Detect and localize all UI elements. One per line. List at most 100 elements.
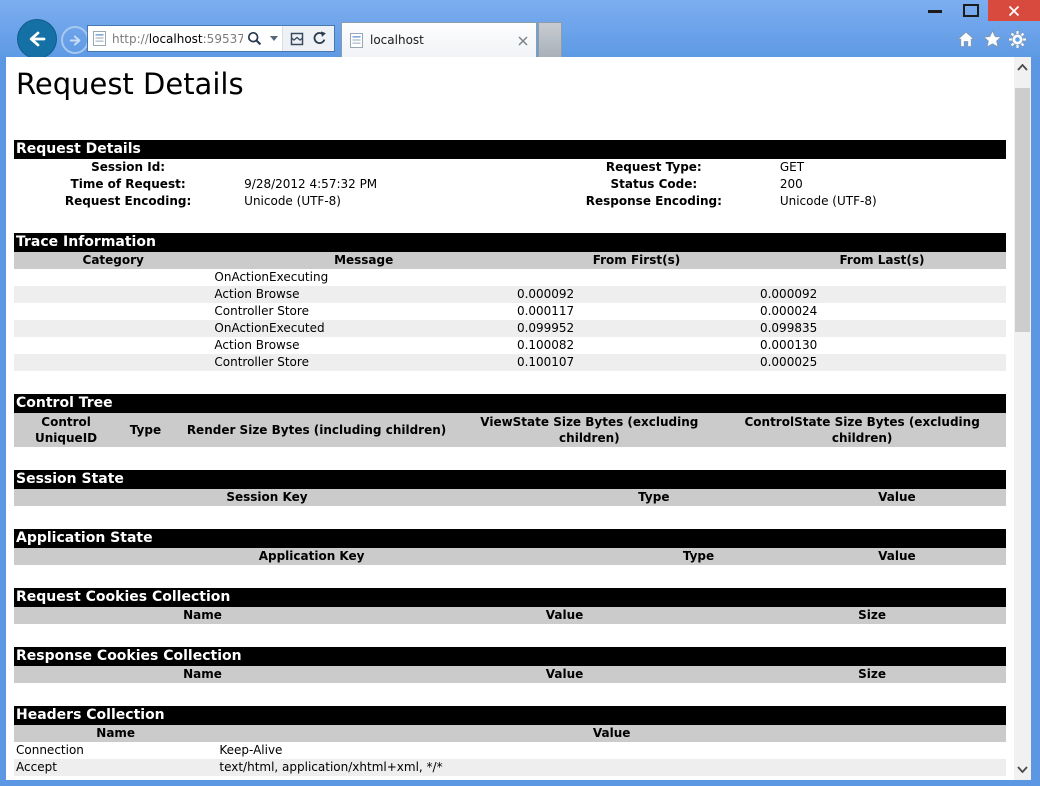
cell-category [14,320,212,337]
column-header: Message [212,252,515,269]
table-header-row: Name Value [14,725,1006,742]
minimize-button[interactable] [928,10,942,13]
field-label: Session Id: [14,159,242,176]
cell-from-first: 0.100107 [515,354,758,371]
back-button[interactable] [17,19,57,59]
forward-arrow-icon [68,33,83,48]
column-header: Render Size Bytes (including children) [173,413,461,447]
field-label: Request Type: [530,159,778,176]
browser-tab-localhost[interactable]: localhost [341,22,537,57]
cell-header-name: Connection [14,742,217,759]
compatibility-view-icon[interactable] [286,32,308,46]
section-application-state: Application State Application Key Type V… [14,529,1006,565]
search-icon[interactable] [243,31,266,46]
back-arrow-icon [26,28,48,50]
url-rest: :59537/Trace.a [203,32,243,46]
section-caption: Session State [14,470,1006,489]
vertical-scrollbar[interactable] [1014,57,1031,780]
cell-from-last [758,269,1006,286]
cell-from-first: 0.000092 [515,286,758,303]
cell-message: Action Browse [212,286,515,303]
page-favicon-icon [93,31,106,46]
request-cookies-table: Name Value Size [14,607,1006,624]
section-caption: Application State [14,529,1006,548]
section-caption: Response Cookies Collection [14,647,1006,666]
table-header-row: Session Key Type Value [14,489,1006,506]
column-header: Type [118,413,173,447]
scroll-down-icon[interactable] [1014,761,1031,778]
cell-category [14,337,212,354]
column-header: Session Key [14,489,520,506]
cell-header-name: Accept [14,759,217,776]
field-value: Unicode (UTF-8) [778,193,1006,210]
table-header-row: Control UniqueID Type Render Size Bytes … [14,413,1006,447]
trace-row: Action Browse 0.100082 0.000130 [14,337,1006,354]
field-value: 200 [778,176,1006,193]
cell-message: Controller Store [212,303,515,320]
control-tree-table: Control UniqueID Type Render Size Bytes … [14,413,1006,447]
column-header: Application Key [14,548,609,565]
cell-message: OnActionExecuting [212,269,515,286]
cell-from-last: 0.000130 [758,337,1006,354]
url-text: http://localhost:59537/Trace.a [112,32,243,46]
column-header: Value [788,548,1006,565]
trace-sections: Request Details Session Id: Request Type… [14,140,1006,776]
maximize-button[interactable] [963,4,979,17]
column-header: Value [391,666,738,683]
column-header: Type [520,489,788,506]
new-tab-button[interactable] [538,22,562,57]
table-row: Request Encoding: Unicode (UTF-8) Respon… [14,193,1006,210]
trace-row: OnActionExecuting [14,269,1006,286]
column-header: Size [738,607,1006,624]
section-request-cookies: Request Cookies Collection Name Value Si… [14,588,1006,624]
trace-row: Action Browse 0.000092 0.000092 [14,286,1006,303]
section-session-state: Session State Session Key Type Value [14,470,1006,506]
field-value: 9/28/2012 4:57:32 PM [242,176,530,193]
cell-header-value: text/html, application/xhtml+xml, */* [217,759,1006,776]
favorites-star-icon[interactable] [983,30,1002,48]
url-host: localhost [149,32,203,46]
cell-from-first: 0.100082 [515,337,758,354]
cell-from-last: 0.000024 [758,303,1006,320]
autocomplete-dropdown-icon[interactable] [266,36,282,41]
trace-information-table: Category Message From First(s) From Last… [14,252,1006,371]
page-title: Request Details [16,65,1014,103]
column-header: Name [14,725,217,742]
cell-from-first: 0.000117 [515,303,758,320]
table-header-row: Application Key Type Value [14,548,1006,565]
home-button[interactable] [957,31,975,48]
trace-row: Controller Store 0.000117 0.000024 [14,303,1006,320]
trace-row: OnActionExecuted 0.099952 0.099835 [14,320,1006,337]
column-header: Name [14,666,391,683]
address-bar[interactable]: http://localhost:59537/Trace.a [87,25,335,52]
scrollbar-thumb[interactable] [1015,88,1030,332]
refresh-icon[interactable] [308,31,331,46]
table-row: Session Id: Request Type: GET [14,159,1006,176]
section-control-tree: Control Tree Control UniqueID Type Rende… [14,394,1006,447]
cell-from-last: 0.000092 [758,286,1006,303]
settings-gear-icon[interactable] [1008,30,1027,49]
section-request-details: Request Details Session Id: Request Type… [14,140,1006,210]
url-prefix: http:// [112,32,149,46]
column-header: ViewState Size Bytes (excluding children… [460,413,718,447]
cell-from-last: 0.099835 [758,320,1006,337]
column-header: Type [609,548,788,565]
table-row: Time of Request: 9/28/2012 4:57:32 PM St… [14,176,1006,193]
cell-category [14,286,212,303]
table-header-row: Name Value Size [14,666,1006,683]
forward-button[interactable] [61,26,89,54]
column-header: From First(s) [515,252,758,269]
cell-message: Controller Store [212,354,515,371]
scroll-up-icon[interactable] [1014,59,1031,76]
response-cookies-table: Name Value Size [14,666,1006,683]
field-label: Time of Request: [14,176,242,193]
column-header: Category [14,252,212,269]
section-caption: Trace Information [14,233,1006,252]
column-header: Name [14,607,391,624]
tab-title: localhost [370,33,514,47]
column-header: From Last(s) [758,252,1006,269]
tab-close-icon[interactable] [514,32,536,49]
field-value: GET [778,159,1006,176]
close-x-icon [1008,5,1020,17]
close-button[interactable] [988,0,1040,21]
